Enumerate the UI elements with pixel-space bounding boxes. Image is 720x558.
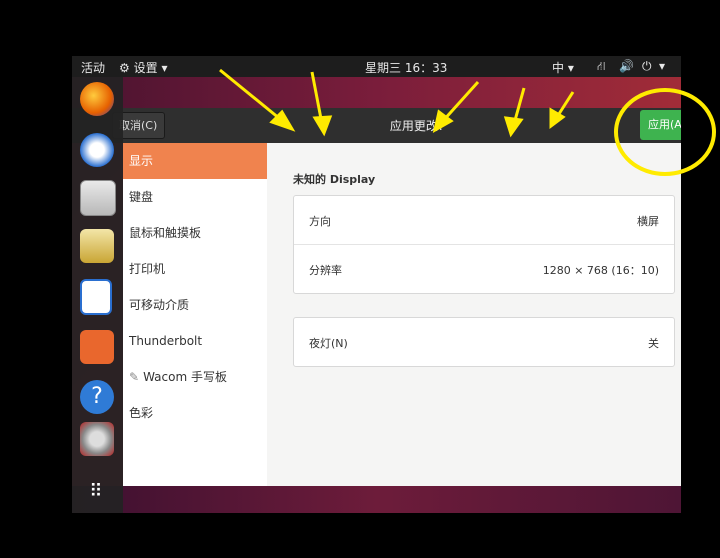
sidebar-item-label: Thunderbolt <box>129 334 203 348</box>
night-light-label: 夜灯(N) <box>309 337 348 350</box>
app-menu[interactable]: ⚙ 设置 ▾ <box>119 59 167 76</box>
activities-button[interactable]: 活动 <box>81 59 105 76</box>
dock: ? ⠿ <box>72 77 123 513</box>
sidebar-item-label: 键盘 <box>129 190 154 204</box>
orientation-label: 方向 <box>309 215 331 228</box>
sidebar-item-label: 鼠标和触摸板 <box>129 226 202 240</box>
sidebar-item-label: Wacom 手写板 <box>143 370 227 384</box>
orientation-row[interactable]: 方向 横屏 <box>294 196 674 245</box>
orientation-value: 横屏 <box>637 215 659 228</box>
files-icon[interactable] <box>80 180 116 216</box>
rhythmbox-icon[interactable] <box>80 229 114 263</box>
night-light-row[interactable]: 夜灯(N) 关 <box>294 318 674 366</box>
dialog-title: 应用更改? <box>389 119 445 133</box>
settings-icon[interactable] <box>80 422 114 456</box>
top-bar: 活动 ⚙ 设置 ▾ 星期三 16：33 中 ▾ ⛙ 🔊 ⏻ ▾ <box>72 56 681 77</box>
sidebar-item-label: 可移动介质 <box>129 298 190 312</box>
libreoffice-writer-icon[interactable] <box>80 279 112 315</box>
input-method-label: 中 <box>552 61 565 75</box>
resolution-label: 分辨率 <box>309 264 342 277</box>
night-light-card: 夜灯(N) 关 <box>293 317 675 367</box>
sidebar-item-wacom[interactable]: ✎ Wacom 手写板 <box>123 359 267 395</box>
settings-sidebar: 显示 键盘 鼠标和触摸板 打印机 可移动介质 Thunderbolt ✎ Waco… <box>123 143 268 486</box>
software-center-icon[interactable] <box>80 330 114 364</box>
display-panel: 未知的 Display 方向 横屏 分辨率 1280 × 768 (16：10)… <box>267 143 681 486</box>
firefox-icon[interactable] <box>80 82 114 116</box>
wallpaper <box>72 486 681 513</box>
sidebar-item-display[interactable]: 显示 <box>123 143 267 179</box>
apply-button[interactable]: 应用(A <box>640 110 681 140</box>
night-light-value: 关 <box>648 337 659 350</box>
clock[interactable]: 星期三 16：33 <box>365 59 447 76</box>
sidebar-item-thunderbolt[interactable]: Thunderbolt <box>123 323 267 359</box>
resolution-row[interactable]: 分辨率 1280 × 768 (16：10) <box>294 245 674 293</box>
sidebar-item-printers[interactable]: 打印机 <box>123 251 267 287</box>
resolution-value: 1280 × 768 (16：10) <box>542 264 659 277</box>
power-icon[interactable]: ⏻ <box>642 59 652 74</box>
sidebar-item-keyboard[interactable]: 键盘 <box>123 179 267 215</box>
network-icon[interactable]: ⛙ <box>597 59 605 75</box>
sidebar-item-label: 显示 <box>129 154 154 168</box>
sidebar-item-mouse[interactable]: 鼠标和触摸板 <box>123 215 267 251</box>
sidebar-item-label: 色彩 <box>129 406 154 420</box>
chevron-down-icon: ▾ <box>161 61 168 75</box>
help-icon[interactable]: ? <box>80 380 114 414</box>
app-menu-label: 设置 <box>133 61 158 75</box>
sidebar-item-color[interactable]: 色彩 <box>123 395 267 431</box>
display-settings-card: 方向 横屏 分辨率 1280 × 768 (16：10) <box>293 195 675 294</box>
sidebar-item-label: 打印机 <box>129 262 166 276</box>
app-grid-icon[interactable]: ⠿ <box>80 475 114 509</box>
section-title: 未知的 Display <box>293 173 376 186</box>
dialog-header: 取消(C) 应用更改? 应用(A <box>72 108 681 143</box>
chevron-down-icon: ▾ <box>567 61 574 75</box>
volume-icon[interactable]: 🔊 <box>619 59 634 73</box>
wallpaper <box>72 77 681 108</box>
tablet-icon: ✎ <box>129 370 140 384</box>
chevron-down-icon[interactable]: ▾ <box>659 59 665 73</box>
settings-icon: ⚙ <box>119 61 130 75</box>
input-method-menu[interactable]: 中 ▾ <box>552 59 574 76</box>
thunderbird-icon[interactable] <box>80 133 114 167</box>
sidebar-item-removable-media[interactable]: 可移动介质 <box>123 287 267 323</box>
desktop-screen: 活动 ⚙ 设置 ▾ 星期三 16：33 中 ▾ ⛙ 🔊 ⏻ ▾ 取消(C) 应用… <box>72 56 681 513</box>
